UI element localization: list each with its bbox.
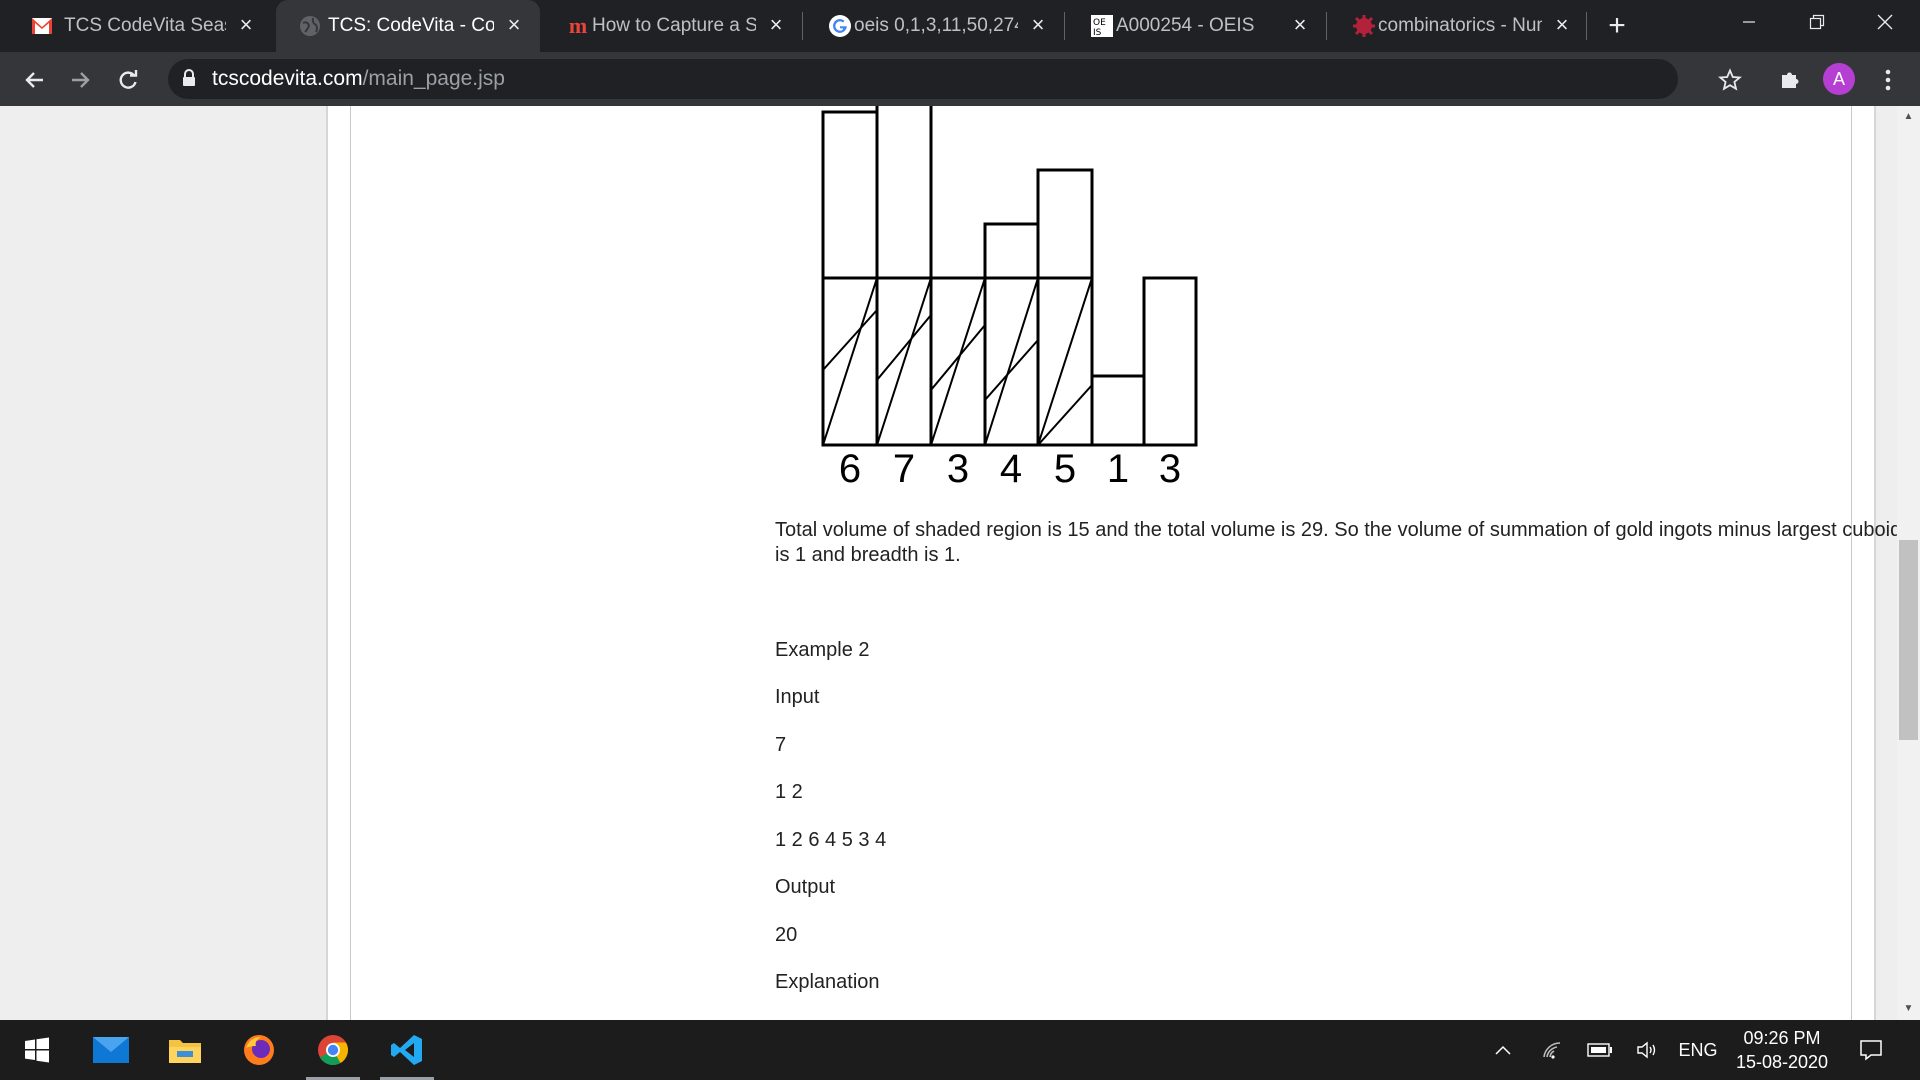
forward-icon[interactable] bbox=[63, 62, 99, 98]
tab-codevita[interactable]: TCS: CodeVita - Codi × bbox=[276, 0, 540, 52]
bookmark-star-icon[interactable] bbox=[1712, 62, 1748, 98]
gmail-icon bbox=[30, 14, 54, 38]
bar-label: 6 bbox=[839, 447, 861, 490]
reload-icon[interactable] bbox=[110, 62, 146, 98]
tab-title: How to Capture a Scr bbox=[592, 15, 756, 36]
globe-icon bbox=[298, 14, 322, 38]
scroll-up-arrow-icon[interactable]: ▲ bbox=[1897, 106, 1920, 128]
close-tab-icon[interactable]: × bbox=[1026, 13, 1050, 37]
bar-label: 7 bbox=[893, 447, 915, 490]
histogram-figure: 6 7 3 4 5 1 3 bbox=[821, 106, 1198, 490]
shaded-region-hatch bbox=[823, 278, 1092, 445]
svg-text:OE: OE bbox=[1093, 18, 1106, 28]
bar-label: 3 bbox=[1159, 447, 1181, 490]
tab-strip: TCS CodeVita Season × TCS: CodeVita - Co… bbox=[0, 0, 1920, 52]
output-label: Output bbox=[775, 876, 836, 898]
address-bar[interactable]: tcscodevita.com/main_page.jsp bbox=[168, 59, 1678, 99]
close-tab-icon[interactable]: × bbox=[1288, 13, 1312, 37]
new-tab-button[interactable]: + bbox=[1600, 10, 1634, 44]
tab-separator bbox=[1064, 12, 1065, 40]
content-panel: 6 7 3 4 5 1 3 Total volume of shaded reg… bbox=[326, 106, 1897, 1020]
url-path: /main_page.jsp bbox=[362, 67, 505, 90]
extensions-icon[interactable] bbox=[1772, 62, 1808, 98]
close-window-icon[interactable] bbox=[1854, 0, 1916, 44]
battery-icon[interactable] bbox=[1586, 1038, 1614, 1062]
close-tab-icon[interactable]: × bbox=[234, 13, 258, 37]
explanation-label: Explanation bbox=[775, 971, 880, 993]
scroll-down-arrow-icon[interactable]: ▼ bbox=[1897, 998, 1920, 1020]
tab-gmail[interactable]: TCS CodeVita Season × bbox=[8, 0, 272, 52]
mail-icon[interactable] bbox=[74, 1020, 148, 1080]
file-explorer-icon[interactable] bbox=[148, 1020, 222, 1080]
language-indicator[interactable]: ENG bbox=[1674, 1038, 1722, 1062]
bar-label: 3 bbox=[947, 447, 969, 490]
tab-title: A000254 - OEIS bbox=[1116, 15, 1255, 36]
input-line: 7 bbox=[775, 734, 787, 756]
notification-center-icon[interactable] bbox=[1856, 1038, 1886, 1062]
bar-label: 4 bbox=[1000, 447, 1022, 490]
profile-avatar[interactable]: A bbox=[1823, 63, 1855, 95]
tab-math-stackexchange[interactable]: combinatorics - Num × bbox=[1330, 0, 1588, 52]
problem-statement-panel: 6 7 3 4 5 1 3 Total volume of shaded reg… bbox=[350, 106, 1897, 1020]
close-tab-icon[interactable]: × bbox=[502, 13, 526, 37]
clock[interactable]: 09:26 PM 15-08-2020 bbox=[1726, 1026, 1838, 1074]
bar bbox=[1142, 276, 1198, 447]
google-icon bbox=[828, 14, 852, 38]
windows-taskbar: ENG 09:26 PM 15-08-2020 bbox=[0, 1020, 1920, 1080]
close-tab-icon[interactable]: × bbox=[764, 13, 788, 37]
tab-oeis[interactable]: OE IS A000254 - OEIS × bbox=[1068, 0, 1326, 52]
bar bbox=[1036, 168, 1094, 447]
scrollbar-thumb[interactable] bbox=[1899, 540, 1918, 740]
volume-icon[interactable] bbox=[1634, 1038, 1660, 1062]
m-logo-icon: m bbox=[568, 13, 588, 38]
url-domain: tcscodevita.com bbox=[212, 67, 363, 90]
input-label: Input bbox=[775, 686, 820, 708]
restore-icon[interactable] bbox=[1786, 0, 1848, 44]
oeis-icon: OE IS bbox=[1090, 14, 1114, 38]
page-scrollbar[interactable]: ▲ ▼ bbox=[1897, 106, 1920, 1020]
tab-separator bbox=[802, 12, 803, 40]
bar-label: 5 bbox=[1054, 447, 1076, 490]
tab-title: TCS CodeVita Season bbox=[64, 15, 226, 36]
page-viewport: 6 7 3 4 5 1 3 Total volume of shaded reg… bbox=[0, 106, 1897, 1020]
firefox-icon[interactable] bbox=[222, 1020, 296, 1080]
clock-date: 15-08-2020 bbox=[1735, 1052, 1829, 1072]
bar-label: 1 bbox=[1107, 447, 1129, 490]
tab-capture-screenshot[interactable]: m How to Capture a Scr × bbox=[544, 0, 802, 52]
input-line: 1 2 bbox=[775, 781, 803, 803]
tab-title: TCS: CodeVita - Codi bbox=[328, 15, 494, 36]
tab-separator bbox=[1586, 12, 1587, 40]
more-menu-icon[interactable] bbox=[1870, 62, 1906, 98]
minimize-icon[interactable] bbox=[1718, 0, 1780, 44]
tab-google-search[interactable]: oeis 0,1,3,11,50,274,1 × bbox=[806, 0, 1064, 52]
browser-toolbar: tcscodevita.com/main_page.jsp A bbox=[0, 52, 1920, 106]
explanation-paragraph: Total volume of shaded region is 15 and … bbox=[775, 519, 1897, 566]
tab-title: combinatorics - Num bbox=[1378, 15, 1542, 36]
math-stackexchange-icon bbox=[1352, 14, 1376, 38]
example-heading: Example 2 bbox=[775, 639, 870, 661]
close-tab-icon[interactable]: × bbox=[1550, 13, 1574, 37]
clock-time: 09:26 PM bbox=[1743, 1028, 1821, 1048]
show-hidden-icons-icon[interactable] bbox=[1490, 1038, 1516, 1062]
start-icon[interactable] bbox=[0, 1020, 74, 1080]
vscode-icon[interactable] bbox=[370, 1020, 444, 1080]
input-line: 1 2 6 4 5 3 4 bbox=[775, 829, 887, 851]
bar bbox=[875, 106, 933, 447]
lock-icon[interactable] bbox=[182, 69, 196, 92]
bar bbox=[983, 222, 1040, 447]
bar bbox=[1090, 374, 1146, 447]
back-icon[interactable] bbox=[16, 62, 52, 98]
tab-title: oeis 0,1,3,11,50,274,1 bbox=[854, 15, 1018, 36]
output-value: 20 bbox=[775, 924, 798, 946]
chrome-icon[interactable] bbox=[296, 1020, 370, 1080]
svg-text:IS: IS bbox=[1093, 28, 1102, 38]
url-text: tcscodevita.com/main_page.jsp bbox=[212, 67, 505, 91]
wifi-icon[interactable] bbox=[1540, 1038, 1566, 1062]
tab-separator bbox=[1326, 12, 1327, 40]
